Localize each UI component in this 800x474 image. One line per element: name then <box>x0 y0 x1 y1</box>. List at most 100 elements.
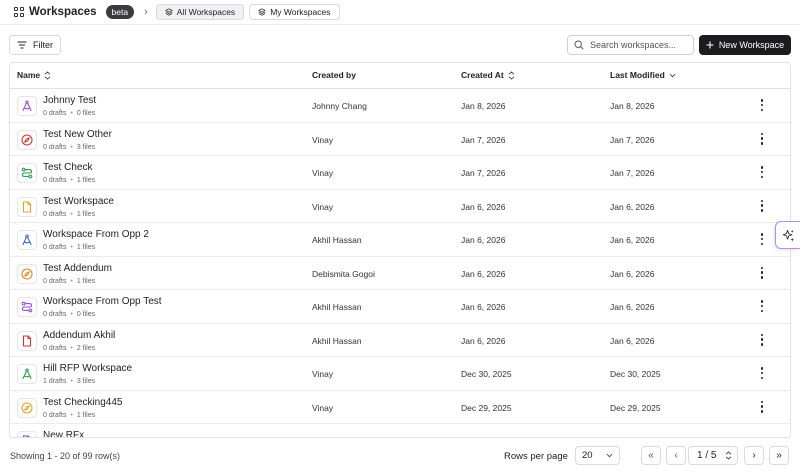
first-page-button[interactable]: « <box>641 446 661 465</box>
filter-button[interactable]: Filter <box>9 35 61 55</box>
search-box[interactable] <box>567 35 694 55</box>
page-select[interactable]: 1 / 5 <box>688 446 738 465</box>
files-count: 1 files <box>76 244 96 251</box>
separator-dot: • <box>70 110 73 117</box>
next-page-button[interactable]: › <box>744 446 764 465</box>
separator-dot: • <box>70 411 73 419</box>
more-options-icon[interactable] <box>759 367 765 379</box>
beta-badge: beta <box>105 5 135 19</box>
created-by: Vinay <box>312 369 334 379</box>
workspace-name[interactable]: Workspace From Opp Test <box>43 296 162 307</box>
separator-dot: • <box>70 177 73 184</box>
table-row[interactable]: Workspace From Opp 2 0 drafts • 1 files Akhi… <box>10 223 790 257</box>
more-options-icon[interactable] <box>759 99 765 111</box>
column-header-last-modified[interactable]: Last Modified <box>610 70 676 80</box>
search-icon <box>574 40 584 50</box>
sort-icon <box>44 70 51 80</box>
layers-icon <box>164 8 173 16</box>
workspace-name[interactable]: Test Addendum <box>43 263 112 274</box>
created-at: Jan 8, 2026 <box>461 101 506 111</box>
workspace-name[interactable]: Test Checking445 <box>43 397 123 408</box>
tab-all-workspaces[interactable]: All Workspaces <box>155 4 245 20</box>
workspace-name[interactable]: New RFx <box>43 430 84 437</box>
layers-icon <box>258 8 267 16</box>
files-count: 1 files <box>76 177 96 184</box>
table-row[interactable]: Test Checking445 0 drafts • 1 files Vinay Dec… <box>10 391 790 424</box>
separator-dot: • <box>70 277 73 285</box>
workspace-name[interactable]: Workspace From Opp 2 <box>43 229 149 240</box>
document-icon <box>17 196 37 217</box>
table-row[interactable]: Test New Other 0 drafts • 3 files Vinay Jan 7… <box>10 123 790 156</box>
table-row[interactable]: Addendum Akhil 0 drafts • 2 files Akhil Hass… <box>10 324 790 357</box>
last-modified: Jan 6, 2026 <box>610 201 655 212</box>
workspace-name[interactable]: Test Check <box>43 162 92 173</box>
last-modified: Jan 8, 2026 <box>610 101 655 111</box>
workspace-meta: 0 drafts • 1 files <box>43 244 95 251</box>
more-options-icon[interactable] <box>759 333 765 346</box>
new-workspace-button[interactable]: New Workspace <box>699 35 791 55</box>
files-count: 3 files <box>76 143 96 151</box>
previous-page-button[interactable]: ‹ <box>666 446 686 465</box>
ai-assistant-button[interactable] <box>775 221 800 249</box>
workspace-name[interactable]: Hill RFP Workspace <box>43 363 132 374</box>
chevron-down-icon <box>606 453 613 458</box>
more-options-icon[interactable] <box>759 132 765 145</box>
files-count: 1 files <box>76 210 96 218</box>
more-options-icon[interactable] <box>759 166 765 178</box>
created-at: Jan 6, 2026 <box>461 335 506 346</box>
last-modified: Dec 29, 2025 <box>610 402 661 413</box>
table-row[interactable]: Johnny Test 0 drafts • 0 files Johnny Chang J… <box>10 89 790 123</box>
drafts-count: 0 drafts <box>43 244 67 251</box>
workspace-meta: 0 drafts • 3 files <box>43 144 95 151</box>
compass-draw-icon <box>17 364 37 384</box>
created-at: Jan 7, 2026 <box>461 168 506 178</box>
row-count-text: Showing 1 - 20 of 99 row(s) <box>10 451 121 461</box>
table-row[interactable]: Test Addendum 0 drafts • 1 files Debismita G… <box>10 257 790 290</box>
rows-per-page-select[interactable]: 20 <box>575 446 620 465</box>
workspace-name[interactable]: Addendum Akhil <box>43 330 115 341</box>
workspace-name[interactable]: Test Workspace <box>43 196 114 207</box>
table-header: Name Created by Created At Last Modified <box>10 63 790 89</box>
workspace-name[interactable]: Johnny Test <box>43 95 96 106</box>
tab-my-workspaces[interactable]: My Workspaces <box>249 4 340 20</box>
more-options-icon[interactable] <box>759 233 765 245</box>
table-body: Johnny Test 0 drafts • 0 files Johnny Chang J… <box>10 89 790 437</box>
workspace-meta: 1 drafts • 3 files <box>43 378 95 385</box>
compass-draw-icon <box>17 230 37 250</box>
created-by: Vinay <box>312 134 334 145</box>
drafts-count: 0 drafts <box>43 177 67 184</box>
table-row[interactable]: Hill RFP Workspace 1 drafts • 3 files Vinay D… <box>10 357 790 391</box>
more-options-icon[interactable] <box>759 199 765 212</box>
search-input[interactable] <box>590 40 690 50</box>
files-count: 0 files <box>76 311 96 318</box>
created-by: Akhil Hassan <box>312 302 362 312</box>
drafts-count: 0 drafts <box>43 411 67 419</box>
files-count: 1 files <box>76 411 96 419</box>
column-header-name[interactable]: Name <box>17 70 51 80</box>
more-options-icon[interactable] <box>759 300 765 312</box>
compass-icon <box>17 129 37 150</box>
more-options-icon[interactable] <box>759 266 765 279</box>
created-at: Jan 6, 2026 <box>461 302 506 312</box>
table-row[interactable]: Workspace From Opp Test 0 drafts • 0 files A… <box>10 290 790 324</box>
table-row[interactable]: Test Workspace 0 drafts • 1 files Vinay Jan 6… <box>10 190 790 223</box>
created-at: Dec 29, 2025 <box>461 402 512 413</box>
more-options-icon[interactable] <box>759 400 765 413</box>
filter-label: Filter <box>33 40 53 50</box>
table-row[interactable]: New RFx <box>10 424 790 437</box>
chevron-down-icon <box>669 73 676 77</box>
filter-icon <box>17 41 27 49</box>
tab-label: All Workspaces <box>176 7 236 17</box>
table-row[interactable]: Test Check 0 drafts • 1 files Vinay Jan 7, 20… <box>10 156 790 190</box>
column-header-created-at[interactable]: Created At <box>461 70 515 80</box>
separator-dot: • <box>70 378 73 385</box>
last-page-button[interactable]: » <box>769 446 789 465</box>
rows-per-page-label: Rows per page <box>504 451 568 462</box>
workspace-name[interactable]: Test New Other <box>43 129 112 140</box>
created-by: Vinay <box>312 168 334 178</box>
drafts-count: 0 drafts <box>43 110 67 117</box>
double-chevron-left-icon: « <box>648 450 654 461</box>
top-bar: Workspaces beta › All Workspaces My Work… <box>0 0 800 24</box>
route-icon <box>17 297 37 317</box>
last-modified: Jan 6, 2026 <box>610 268 655 279</box>
